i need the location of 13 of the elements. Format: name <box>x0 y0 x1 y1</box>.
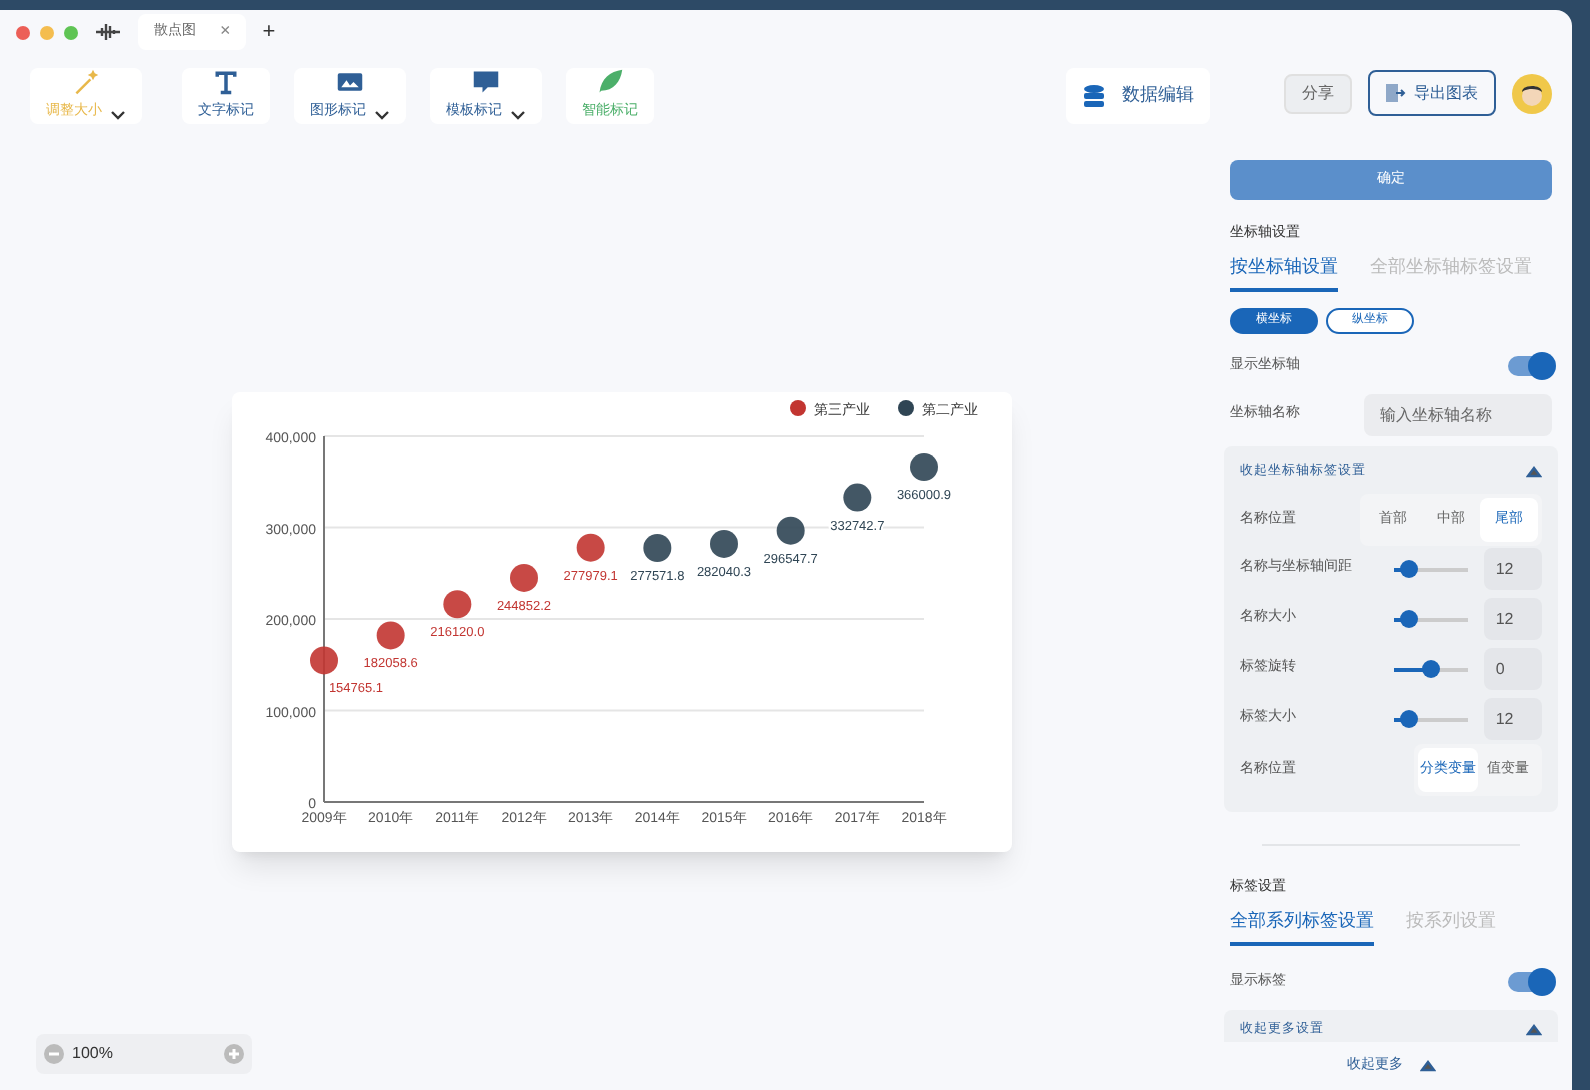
tab[interactable]: 按坐标轴设置 <box>1230 253 1338 292</box>
new-tab-button[interactable]: + <box>262 15 276 49</box>
value-field[interactable]: 12 <box>1483 698 1542 741</box>
share-button[interactable]: 分享 <box>1284 73 1352 113</box>
zoom-level: 100% <box>72 1042 115 1066</box>
export-chart-button[interactable]: 导出图表 <box>1368 70 1496 116</box>
value-field[interactable]: 0 <box>1483 648 1542 691</box>
tab[interactable]: 全部系列标签设置 <box>1230 907 1374 947</box>
value-field[interactable]: 12 <box>1483 548 1542 591</box>
value-field[interactable]: 12 <box>1483 598 1542 641</box>
data-edit-button[interactable]: 数据编辑 <box>1066 68 1210 124</box>
axis-name-field[interactable]: 输入坐标轴名称 <box>1364 393 1552 436</box>
tab-close-button[interactable]: × <box>220 18 231 46</box>
